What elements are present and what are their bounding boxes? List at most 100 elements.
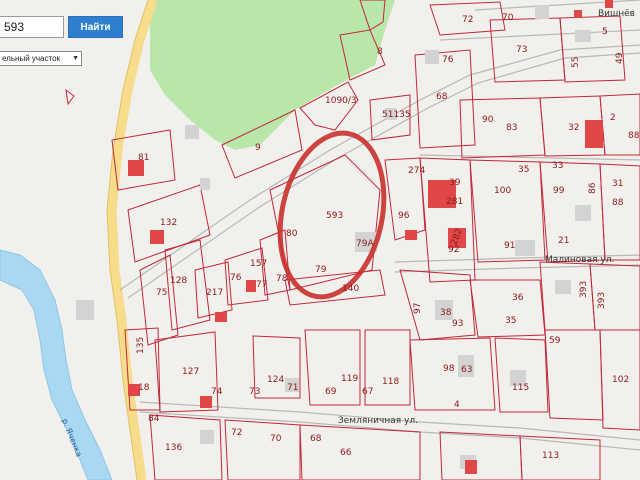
building (575, 205, 591, 221)
building-red (605, 0, 613, 8)
plot-label: 39 (449, 178, 461, 188)
plot-label: 86 (588, 182, 598, 194)
plot-label: 21 (558, 236, 569, 246)
plot-label: 83 (506, 123, 517, 133)
building (515, 240, 535, 256)
plot-label: 113 (542, 451, 559, 461)
building (76, 300, 94, 320)
search-input[interactable] (0, 16, 64, 38)
street-label-vishnevaya: Вишнёв (598, 9, 635, 19)
plot-label: 4 (454, 400, 460, 410)
plot-label: 97 (413, 303, 423, 314)
plot-label: 18 (138, 383, 150, 393)
plot-label: 36 (512, 293, 524, 303)
plot-label: 9 (255, 143, 261, 153)
building (185, 125, 199, 139)
plot-label: 68 (436, 92, 448, 102)
plot-label: 136 (165, 443, 182, 453)
plot-label: 88 (612, 198, 624, 208)
building (200, 178, 210, 190)
building (555, 280, 571, 294)
building-red (574, 10, 582, 18)
plot-label: 102 (612, 375, 629, 385)
building-red (200, 396, 212, 408)
plot-label: 79 (315, 265, 327, 275)
plot-label: 393 (579, 281, 589, 298)
plot-label: 68 (310, 434, 322, 444)
chevron-down-icon: ▼ (72, 55, 79, 62)
plot-label: 72 (462, 15, 473, 25)
plot-label: 5 (602, 27, 608, 37)
plot-label: 99 (553, 186, 565, 196)
plot-label: 66 (340, 448, 352, 458)
building (535, 5, 549, 19)
building-red (150, 230, 164, 244)
plot-label: 32 (568, 123, 579, 133)
building-red (405, 230, 417, 240)
plot-label: 157 (250, 259, 267, 269)
search-button[interactable]: Найти (68, 16, 123, 38)
object-type-select[interactable]: ельный участок ▼ (0, 51, 82, 66)
plot-label: 74 (211, 387, 223, 397)
plot-label: 35 (518, 165, 529, 175)
plot-label: 91 (504, 241, 515, 251)
plot-label: 100 (494, 186, 511, 196)
plot-label: 124 (267, 375, 284, 385)
plot-label: 70 (270, 434, 282, 444)
plot-label: 73 (516, 45, 527, 55)
plot-label: 84 (148, 414, 160, 424)
plot-label: 76 (230, 273, 242, 283)
plot-label: 81 (138, 153, 149, 163)
street-label-malinovaya: Малиновая ул. (545, 255, 614, 265)
plot-label: 55 (571, 57, 581, 68)
plot-label: 73 (249, 387, 260, 397)
plot-label: 35 (505, 316, 516, 326)
plot-label: 281 (446, 197, 463, 207)
plot-label: 217 (206, 288, 223, 298)
plot-label: 67 (362, 387, 373, 397)
plot-label: 77 (256, 280, 267, 290)
cadastral-map[interactable]: Вишнёв Малиновая ул. Земляничная ул. р. … (0, 0, 640, 480)
plot-label: 63 (461, 365, 472, 375)
building (425, 50, 439, 64)
building-red (585, 120, 603, 148)
building-red (215, 312, 227, 322)
plot-label: 70 (502, 13, 514, 23)
plot-label: 118 (382, 377, 399, 387)
street-label-zemlyanichnaya: Земляничная ул. (338, 416, 418, 426)
plot-label: 127 (182, 367, 199, 377)
plot-label: 135 (136, 337, 146, 354)
plot-label: 1090/3 (325, 96, 357, 106)
building-red (246, 280, 256, 292)
plot-label: 59 (549, 336, 561, 346)
plot-label: 79А (356, 239, 374, 249)
building (200, 430, 214, 444)
plot-label: 69 (325, 387, 337, 397)
plot-label: 38 (440, 308, 452, 318)
building-red (465, 460, 477, 474)
building (575, 30, 591, 42)
plot-label: 115 (512, 383, 529, 393)
plot-label: 71 (287, 383, 298, 393)
plot-label: 128 (170, 276, 187, 286)
plot-label: 132 (160, 218, 177, 228)
plot-label: 76 (442, 55, 454, 65)
plot-label: 593 (326, 211, 343, 221)
plot-label: 75 (156, 288, 167, 298)
object-type-selected: ельный участок (2, 54, 61, 63)
plot-label: 96 (398, 211, 410, 221)
plot-label: 51135 (382, 110, 411, 120)
plot-label: 49 (615, 52, 625, 64)
plot-label: 88 (628, 131, 640, 141)
plot-label: 31 (612, 179, 623, 189)
plot-label: 78 (276, 274, 288, 284)
plot-label: 93 (452, 319, 463, 329)
plot-label: 8 (377, 47, 383, 57)
plot-label: 72 (231, 428, 242, 438)
plot-label: 92 (448, 245, 459, 255)
plot-label: 140 (342, 284, 359, 294)
plot-label: 80 (286, 229, 298, 239)
plot-label: 90 (482, 115, 494, 125)
plot-label: 274 (408, 166, 425, 176)
plot-label: 119 (341, 374, 358, 384)
